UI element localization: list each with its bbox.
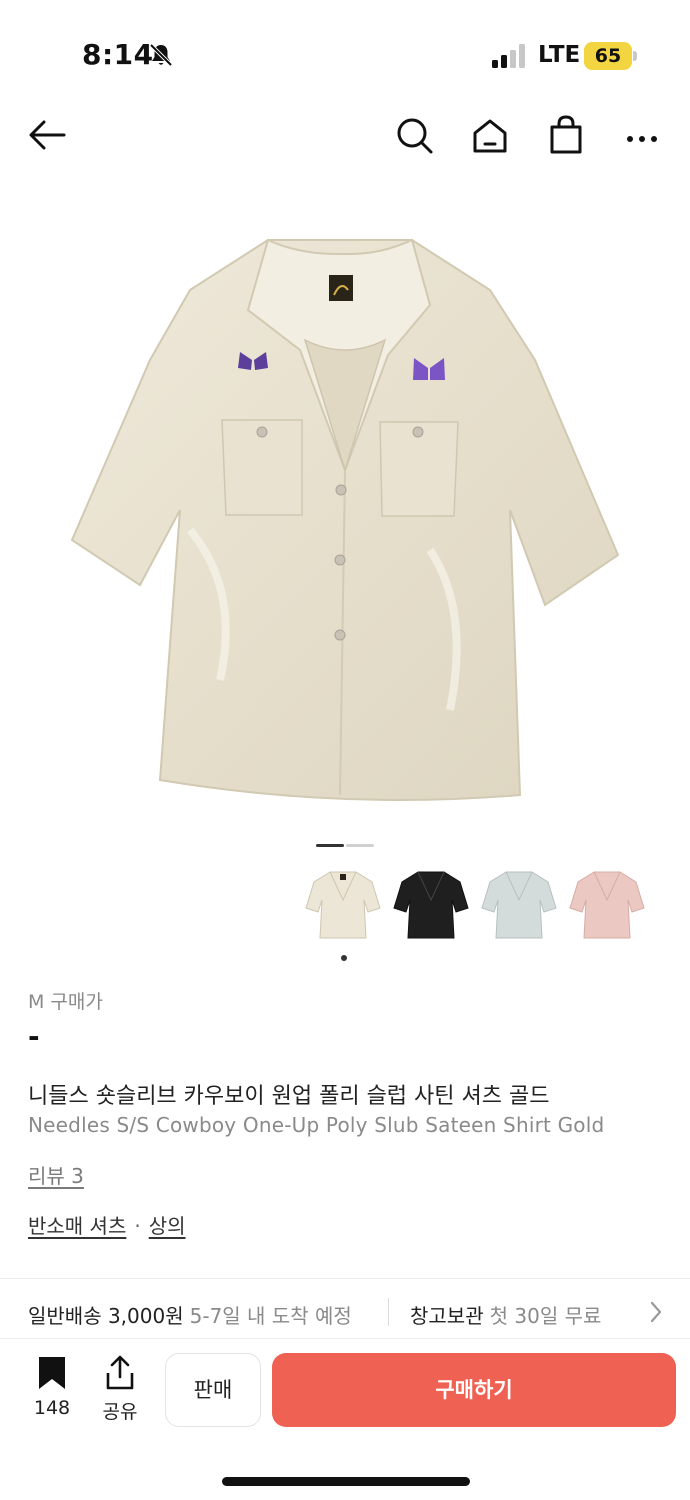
general-shipping-detail: 5-7일 내 도착 예정 [189,1304,352,1328]
share-button[interactable]: 공유 [98,1355,142,1423]
thumbnail-black[interactable] [388,860,474,946]
status-bar: 8:14 LTE 65 [0,0,690,110]
shopping-bag-icon[interactable] [544,113,588,157]
bookmark-count: 148 [33,1397,71,1419]
pager-dot-active [316,844,344,847]
product-title-english: Needles S/S Cowboy One-Up Poly Slub Sate… [28,1113,605,1137]
chevron-right-icon[interactable] [646,1298,666,1326]
bell-slash-icon [148,42,174,68]
pager-dot [346,844,374,847]
category-link-short-sleeve-shirt[interactable]: 반소매 셔츠 [28,1214,126,1238]
image-pager [316,844,376,848]
storage-label: 창고보관 [410,1304,484,1328]
color-thumbnails [300,860,660,960]
more-icon[interactable] [620,113,664,157]
size-price-label: M 구매가 [28,991,103,1013]
home-icon[interactable] [468,113,512,157]
shipping-divider [388,1298,389,1326]
thumbnail-pink[interactable] [564,860,650,946]
battery-indicator: 65 [584,42,632,70]
network-type: LTE [538,42,581,68]
share-label: 공유 [102,1401,138,1423]
storage-detail: 첫 30일 무료 [489,1304,602,1328]
review-link[interactable]: 리뷰 3 [28,1160,84,1189]
search-icon[interactable] [392,113,436,157]
bookmark-icon [39,1357,65,1389]
thumbnail-light-blue[interactable] [476,860,562,946]
product-image[interactable] [0,210,690,830]
sell-button[interactable]: 판매 [165,1353,261,1427]
general-shipping: 일반배송 3,000원 5-7일 내 도착 예정 [28,1300,352,1329]
bottom-bar-divider [0,1338,690,1339]
status-time: 8:14 [82,38,154,71]
category-separator: · [134,1214,141,1238]
battery-tip [633,51,637,61]
product-title-korean: 니들스 숏슬리브 카우보이 원업 폴리 슬럽 사틴 셔츠 골드 [28,1084,550,1109]
general-shipping-label: 일반배송 3,000원 [28,1304,184,1328]
buy-button[interactable]: 구매하기 [272,1353,676,1427]
thumbnail-selected-dot [341,955,347,961]
top-nav [0,105,690,165]
back-arrow-icon[interactable] [26,113,70,157]
thumbnail-gold[interactable] [300,860,386,946]
share-icon [106,1355,134,1390]
warehouse-storage: 창고보관 첫 30일 무료 [410,1300,601,1329]
category-breadcrumb: 반소매 셔츠 · 상의 [28,1210,186,1239]
shipping-info[interactable]: 일반배송 3,000원 5-7일 내 도착 예정 창고보관 첫 30일 무료 [0,1292,690,1336]
price-value: - [28,1020,40,1053]
bookmark-button[interactable]: 148 [28,1355,76,1419]
home-indicator [222,1477,470,1486]
signal-icon [492,44,526,68]
category-link-tops[interactable]: 상의 [149,1214,186,1238]
section-divider [0,1278,690,1279]
